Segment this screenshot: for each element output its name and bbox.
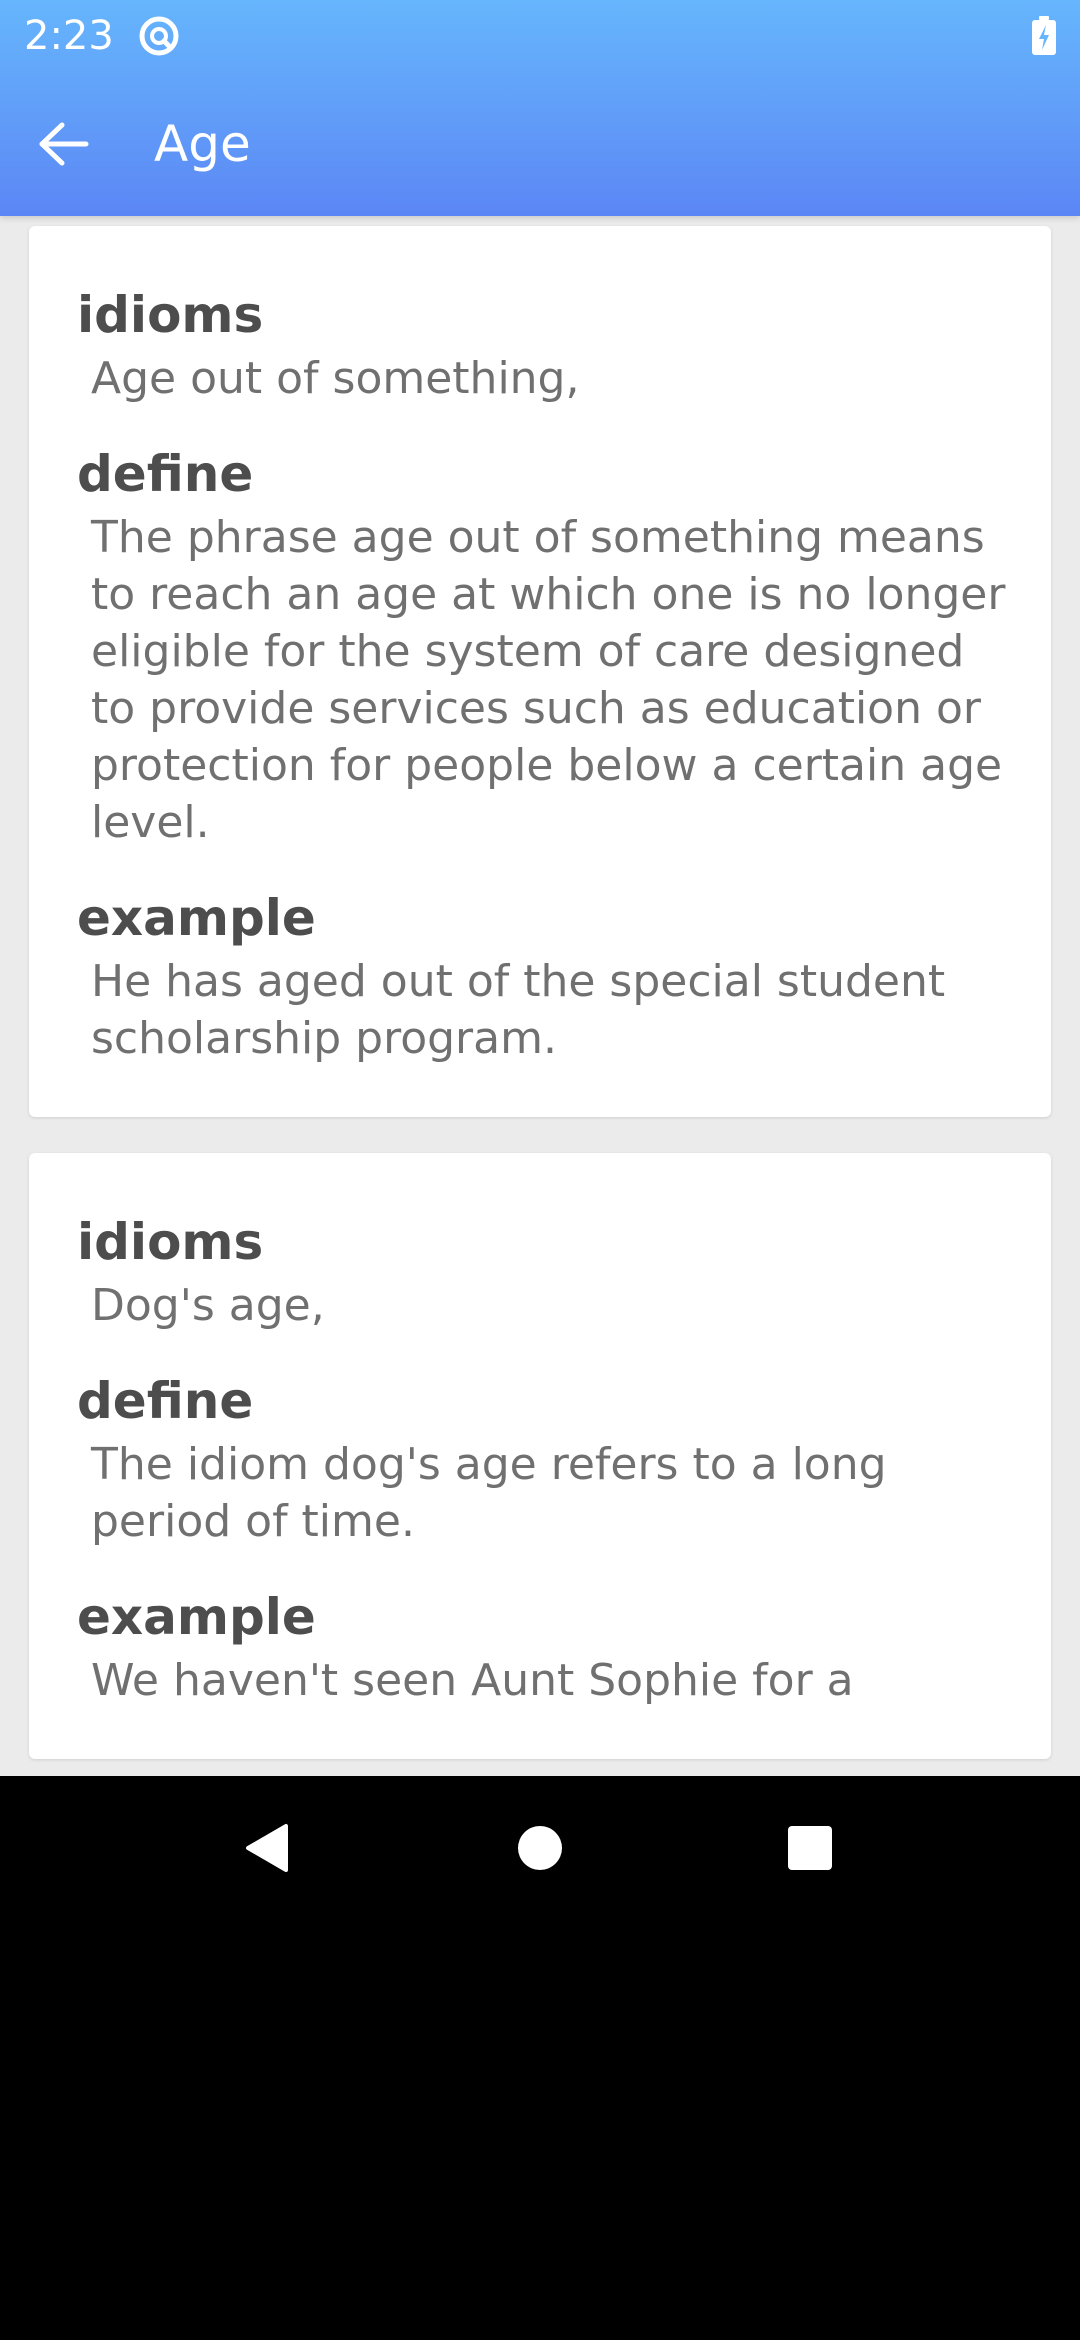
idioms-value: Dog's age,	[91, 1280, 325, 1331]
battery-charging-icon	[1032, 16, 1056, 55]
idiom-list[interactable]: idioms Age out of something, define The …	[0, 226, 1080, 1776]
toolbar: Age	[0, 72, 1080, 216]
back-button[interactable]	[24, 108, 104, 180]
arrow-left-icon	[39, 122, 89, 166]
nav-home-button[interactable]	[504, 1812, 576, 1884]
square-recents-icon	[788, 1826, 832, 1870]
app-header: 2:23 Age	[0, 0, 1080, 216]
idioms-label: idioms	[77, 1213, 264, 1271]
define-label: define	[77, 1372, 254, 1430]
example-label: example	[77, 1588, 316, 1646]
nav-recents-button[interactable]	[774, 1812, 846, 1884]
idiom-card[interactable]: idioms Dog's age, define The idiom dog's…	[29, 1153, 1051, 1759]
page-title: Age	[154, 115, 251, 173]
define-value: The phrase age out of something means to…	[91, 512, 1006, 848]
define-label: define	[77, 445, 254, 503]
define-value: The idiom dog's age refers to a long per…	[91, 1439, 887, 1547]
status-time: 2:23	[24, 13, 114, 59]
app-screen: 2:23 Age idioms Age out of something, de…	[0, 0, 1080, 1776]
circle-home-icon	[518, 1826, 562, 1870]
triangle-back-icon	[246, 1824, 288, 1872]
system-nav-bar	[0, 1776, 1080, 1920]
status-bar: 2:23	[0, 0, 1080, 72]
idiom-card[interactable]: idioms Age out of something, define The …	[29, 226, 1051, 1117]
example-value: We haven't seen Aunt Sophie for a	[91, 1655, 854, 1706]
at-sign-circle-icon	[139, 16, 179, 56]
example-value: He has aged out of the special student s…	[91, 956, 946, 1064]
idioms-value: Age out of something,	[91, 353, 580, 404]
idioms-label: idioms	[77, 286, 264, 344]
nav-back-button[interactable]	[230, 1812, 302, 1884]
example-label: example	[77, 889, 316, 947]
